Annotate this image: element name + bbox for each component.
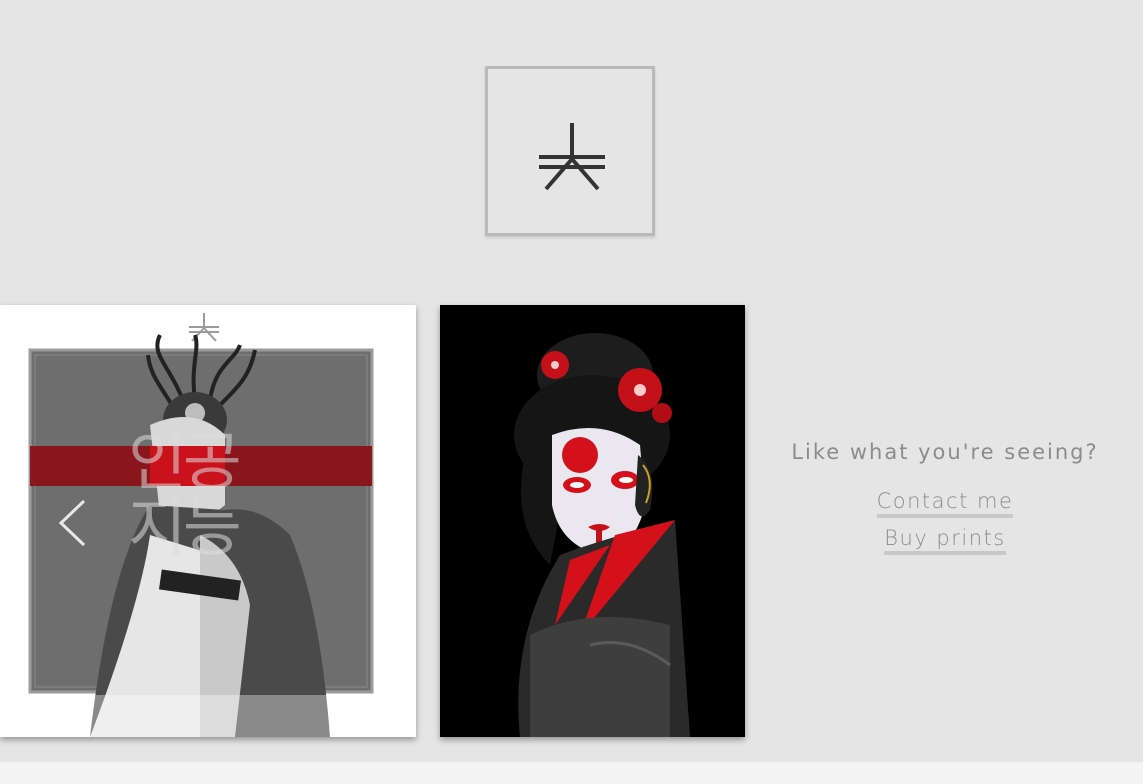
geisha-robot-artwork [440,305,745,737]
chevron-left-icon [58,499,86,547]
korean-title-text: 인공 지능 [128,430,288,562]
korean-title-line-1: 인공 [128,426,242,500]
previous-arrow-button[interactable] [56,498,90,552]
buy-prints-link[interactable]: Buy prints [884,526,1006,555]
cta-heading: Like what you're seeing? [791,440,1099,464]
contact-me-link[interactable]: Contact me [876,489,1014,518]
gallery-item-geisha[interactable] [440,305,745,737]
page: 인공 지능 Like what you're seeing? Contact m… [0,0,1143,784]
korean-title-line-2: 지능 [128,492,242,566]
footer-strip [0,762,1143,784]
call-to-action: Like what you're seeing? Contact me Buy … [790,436,1100,555]
kanji-logo-icon [539,123,605,191]
home-logo-button[interactable] [485,66,655,236]
